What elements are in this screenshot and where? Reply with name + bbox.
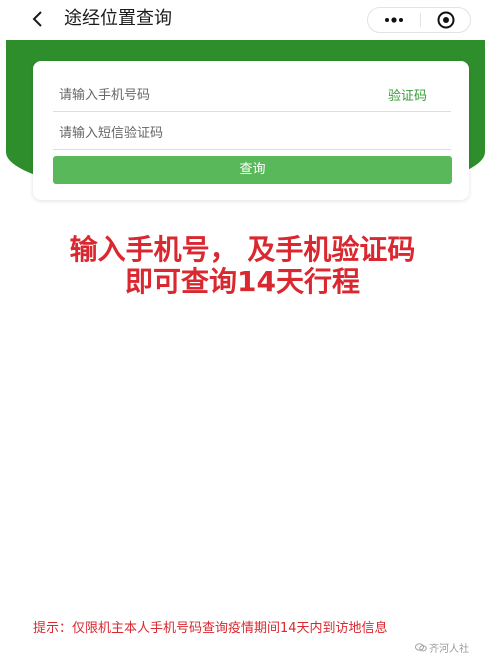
- phone-input[interactable]: [57, 80, 341, 110]
- get-code-button[interactable]: 验证码: [388, 85, 427, 104]
- page-title: 途经位置查询: [64, 8, 172, 29]
- query-form-card: 验证码 查询: [33, 61, 469, 200]
- chevron-left-icon[interactable]: [30, 9, 44, 29]
- hint-text: 提示：仅限机主本人手机号码查询疫情期间14天内到访地信息: [33, 621, 388, 636]
- sms-code-input[interactable]: [57, 118, 341, 148]
- instruction-line-2: 即可查询14天行程: [125, 265, 360, 298]
- instruction-line-1: 输入手机号， 及手机验证码: [69, 233, 416, 266]
- mini-program-capsule: [367, 7, 471, 33]
- target-close-icon: [437, 11, 455, 29]
- watermark-text: 齐河人社: [429, 644, 469, 655]
- close-button[interactable]: [421, 8, 471, 32]
- instruction-annotation: 输入手机号， 及手机验证码 即可查询14天行程: [0, 234, 485, 298]
- phone-field-row: 验证码: [53, 76, 451, 112]
- navigation-bar: 途经位置查询: [0, 0, 485, 40]
- query-button[interactable]: 查询: [53, 156, 452, 184]
- more-dots-icon: [385, 17, 403, 23]
- watermark: 齐河人社: [415, 640, 469, 655]
- sms-field-row: [53, 114, 451, 150]
- wechat-icon: [415, 643, 427, 655]
- more-button[interactable]: [368, 8, 420, 32]
